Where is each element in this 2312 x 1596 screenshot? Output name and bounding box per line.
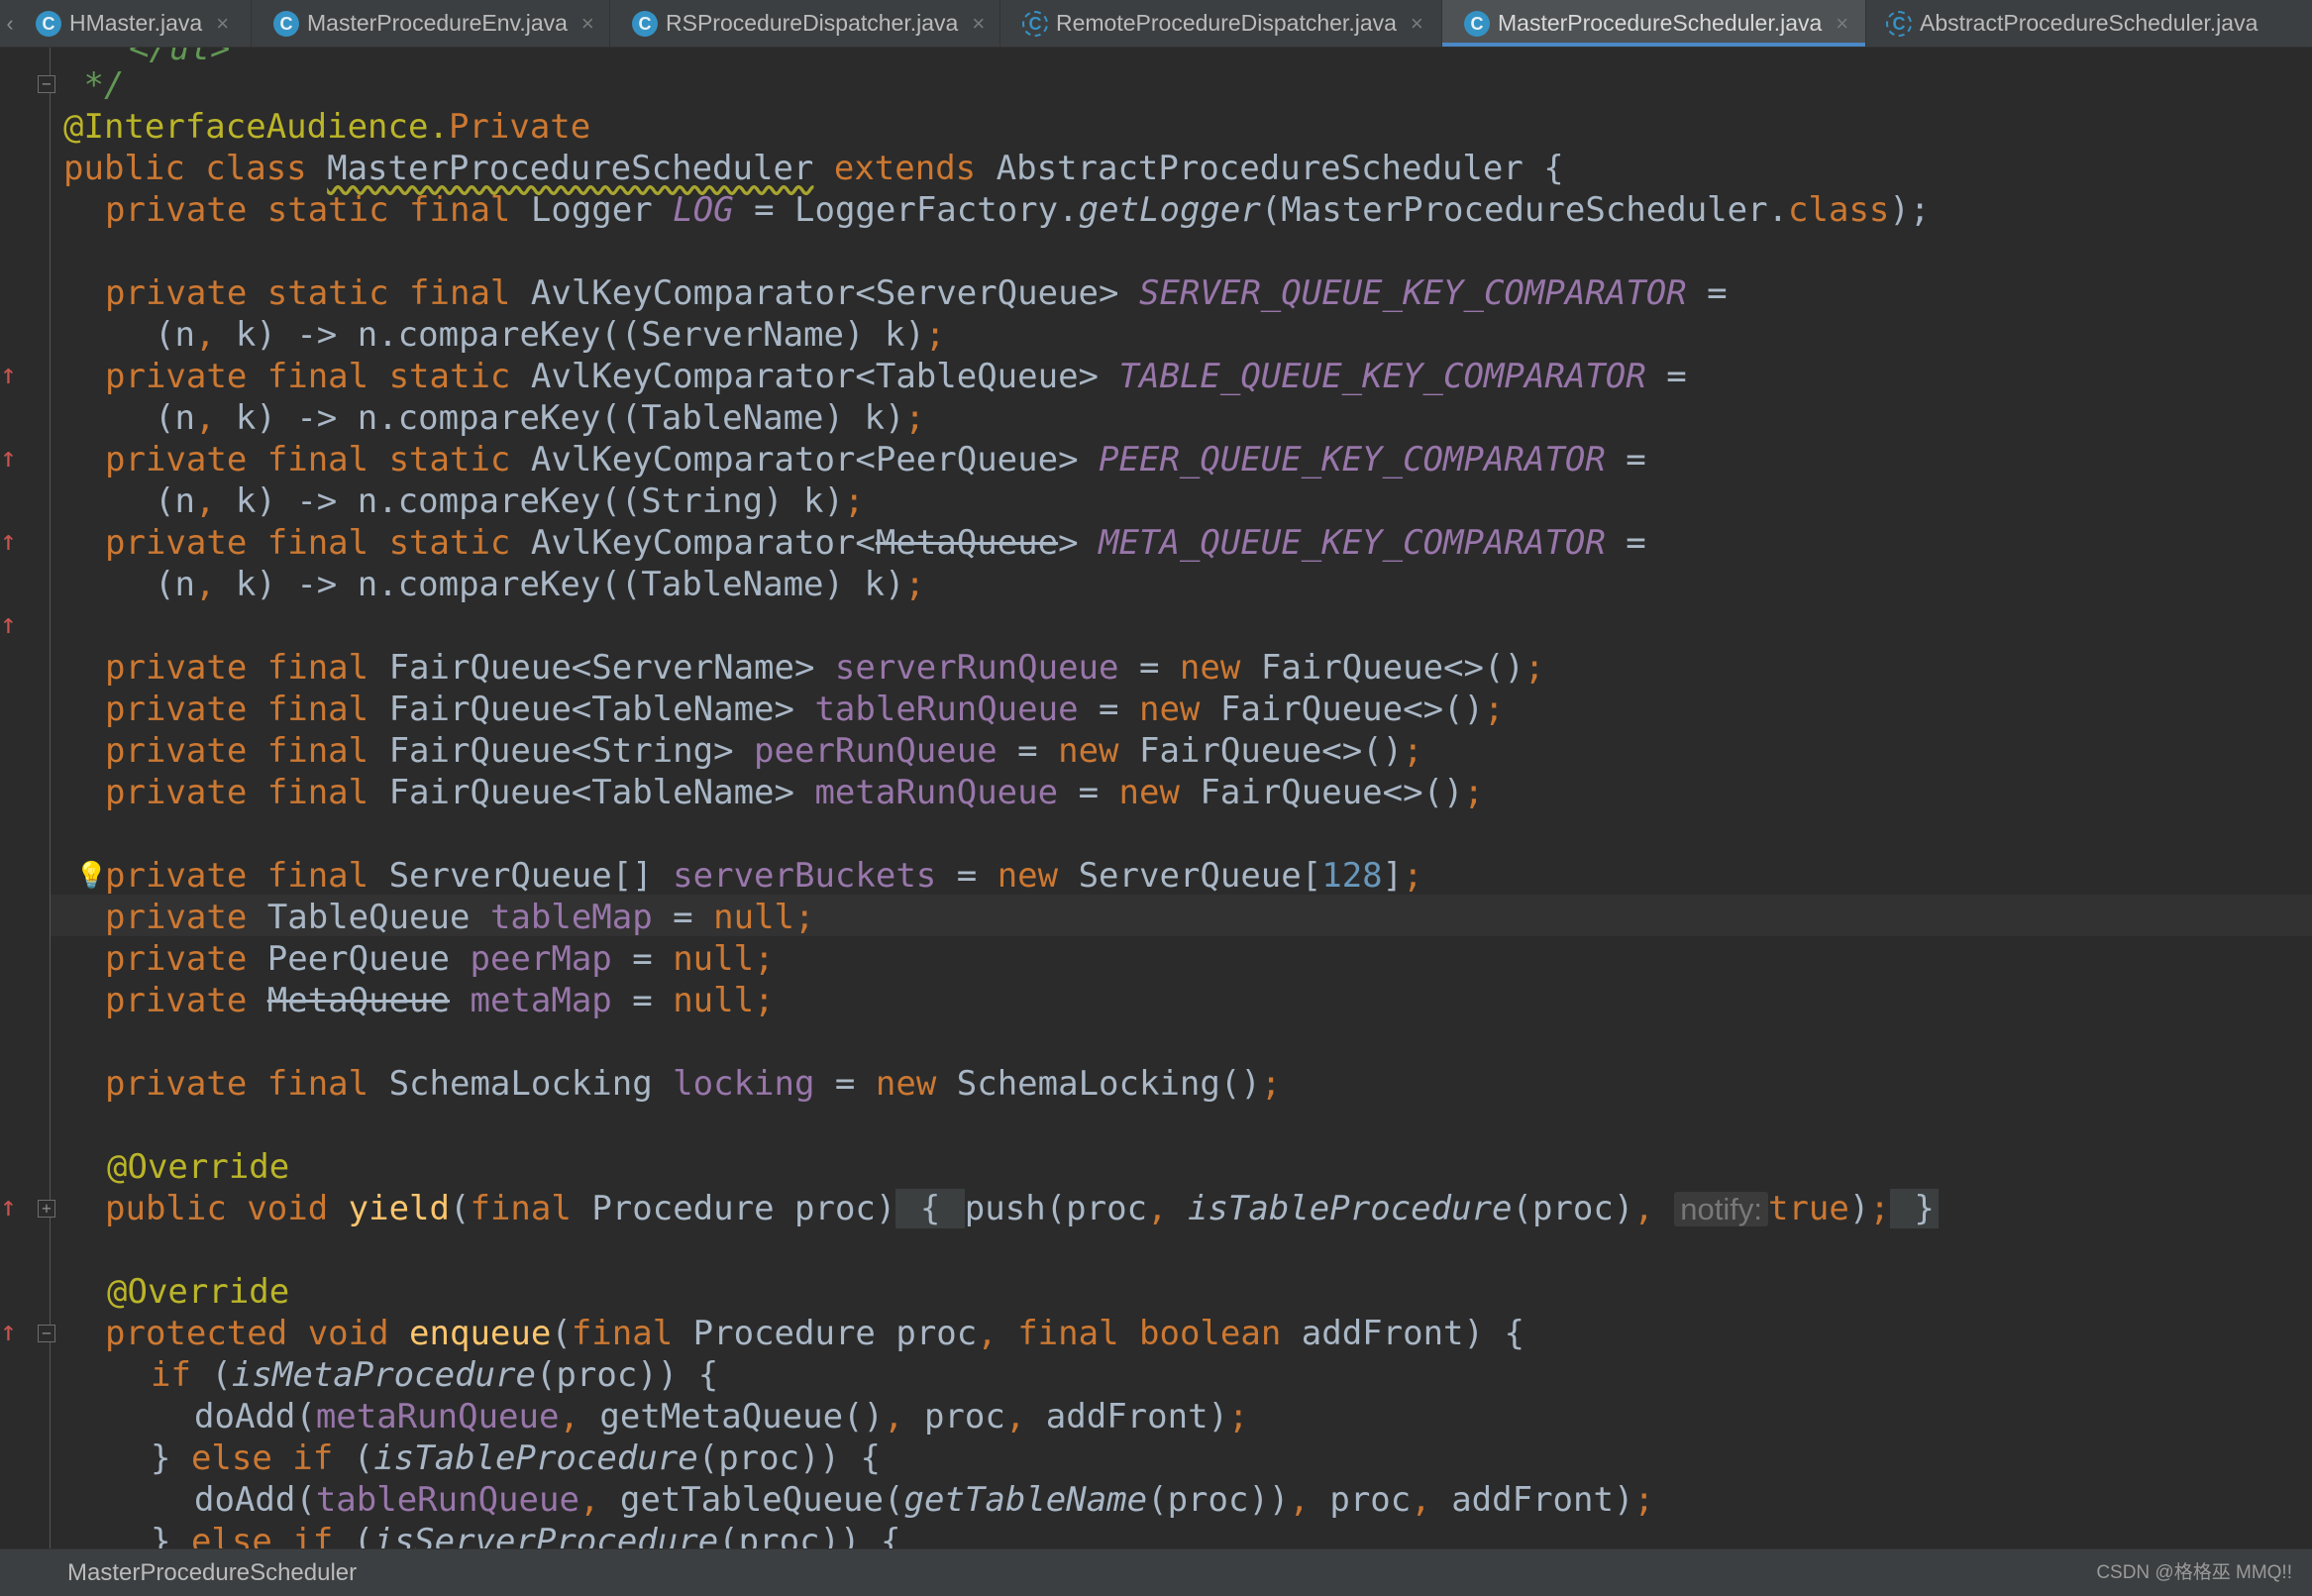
- parameter-hint: notify:: [1674, 1192, 1768, 1226]
- code-line: private final ServerQueue[] serverBucket…: [105, 856, 1423, 896]
- close-icon[interactable]: ×: [1836, 11, 1848, 37]
- close-icon[interactable]: ×: [216, 11, 229, 37]
- tab-scroll-left-icon[interactable]: ‹: [0, 0, 20, 47]
- tab-label: MasterProcedureEnv.java: [307, 10, 568, 36]
- code-line: private final FairQueue<TableName> table…: [105, 690, 1505, 729]
- close-icon[interactable]: ×: [972, 11, 985, 37]
- code-line: private final static AvlKeyComparator<Pe…: [105, 440, 1646, 479]
- tab-master-procedure-env[interactable]: C MasterProcedureEnv.java ×: [252, 0, 610, 47]
- class-icon: C: [1464, 10, 1490, 37]
- tab-label: RSProcedureDispatcher.java: [666, 10, 959, 36]
- class-icon: C: [36, 10, 61, 37]
- active-tab-indicator: [1442, 43, 1865, 47]
- code-line: private final FairQueue<TableName> metaR…: [105, 773, 1484, 812]
- code-line: private MetaQueue metaMap = null;: [105, 981, 775, 1020]
- code-line: </ul>: [129, 48, 231, 68]
- breadcrumb[interactable]: MasterProcedureScheduler: [67, 1549, 357, 1596]
- code-line: private final FairQueue<String> peerRunQ…: [105, 731, 1423, 771]
- code-line: (n, k) -> n.compareKey((TableName) k);: [155, 398, 925, 438]
- code-line: private static final Logger LOG = Logger…: [105, 190, 1931, 230]
- code-line: (n, k) -> n.compareKey((String) k);: [155, 481, 865, 521]
- class-icon: C: [273, 10, 299, 37]
- code-line: doAdd(tableRunQueue, getTableQueue(getTa…: [194, 1480, 1654, 1520]
- tab-remote-procedure-dispatcher[interactable]: C RemoteProcedureDispatcher.java ×: [1000, 0, 1442, 47]
- code-line: (n, k) -> n.compareKey((TableName) k);: [155, 565, 925, 604]
- watermark: CSDN @格格巫 MMQ!!: [2096, 1562, 2292, 1583]
- breadcrumb-bar: MasterProcedureScheduler CSDN @格格巫 MMQ!!: [0, 1548, 2312, 1596]
- code-line: private final SchemaLocking locking = ne…: [105, 1064, 1282, 1104]
- code-line: private PeerQueue peerMap = null;: [105, 939, 775, 979]
- code-line: public class MasterProcedureScheduler ex…: [63, 149, 1564, 188]
- code-line: @Override: [107, 1272, 290, 1312]
- abstract-class-icon: C: [1022, 10, 1048, 37]
- class-icon: C: [632, 10, 658, 37]
- code-line: @InterfaceAudience.Private: [63, 107, 591, 147]
- deprecated-class: MetaQueue: [266, 981, 450, 1020]
- code-line: if (isMetaProcedure(proc)) {: [151, 1355, 719, 1395]
- code-editor[interactable]: − ↑ ↑ ↑ ↑ 💡 ↑ + ↑ − </ul> */ @InterfaceA…: [0, 48, 2312, 1548]
- deprecated-class: MetaQueue: [875, 523, 1059, 563]
- code-line: public void yield(final Procedure proc) …: [105, 1188, 1939, 1229]
- tab-rs-procedure-dispatcher[interactable]: C RSProcedureDispatcher.java ×: [610, 0, 1000, 47]
- folded-code-region: }: [1889, 1189, 1939, 1228]
- code-line: doAdd(metaRunQueue, getMetaQueue(), proc…: [194, 1397, 1249, 1436]
- close-icon[interactable]: ×: [581, 11, 594, 37]
- tab-label: MasterProcedureScheduler.java: [1498, 10, 1823, 36]
- code-line: */: [63, 65, 125, 105]
- code-line: private final static AvlKeyComparator<Me…: [105, 523, 1646, 563]
- code-content: </ul> */ @InterfaceAudience.Private publ…: [0, 48, 2312, 1548]
- code-line: protected void enqueue(final Procedure p…: [105, 1314, 1524, 1353]
- tab-label: RemoteProcedureDispatcher.java: [1056, 10, 1397, 36]
- code-line: private static final AvlKeyComparator<Se…: [105, 273, 1728, 313]
- code-line: @Override: [107, 1147, 290, 1187]
- tab-label: AbstractProcedureScheduler.java: [1920, 10, 2259, 36]
- code-line: } else if (isTableProcedure(proc)) {: [151, 1438, 881, 1478]
- abstract-class-icon: C: [1886, 10, 1912, 37]
- code-line: private TableQueue tableMap = null;: [105, 898, 815, 937]
- tab-master-procedure-scheduler[interactable]: C MasterProcedureScheduler.java ×: [1442, 0, 1866, 47]
- class-name: MasterProcedureScheduler: [327, 149, 814, 188]
- code-line: } else if (isServerProcedure(proc)) {: [151, 1522, 901, 1548]
- editor-tab-bar: ‹ C HMaster.java × C MasterProcedureEnv.…: [0, 0, 2312, 48]
- code-line: private final FairQueue<ServerName> serv…: [105, 648, 1545, 688]
- code-line: private final static AvlKeyComparator<Ta…: [105, 357, 1687, 396]
- code-line: (n, k) -> n.compareKey((ServerName) k);: [155, 315, 946, 355]
- tab-abstract-procedure-scheduler[interactable]: C AbstractProcedureScheduler.java: [1866, 0, 2312, 47]
- folded-code-region: {: [895, 1189, 965, 1228]
- tab-hmaster[interactable]: C HMaster.java ×: [22, 0, 252, 47]
- tab-label: HMaster.java: [69, 10, 203, 36]
- close-icon[interactable]: ×: [1411, 11, 1423, 37]
